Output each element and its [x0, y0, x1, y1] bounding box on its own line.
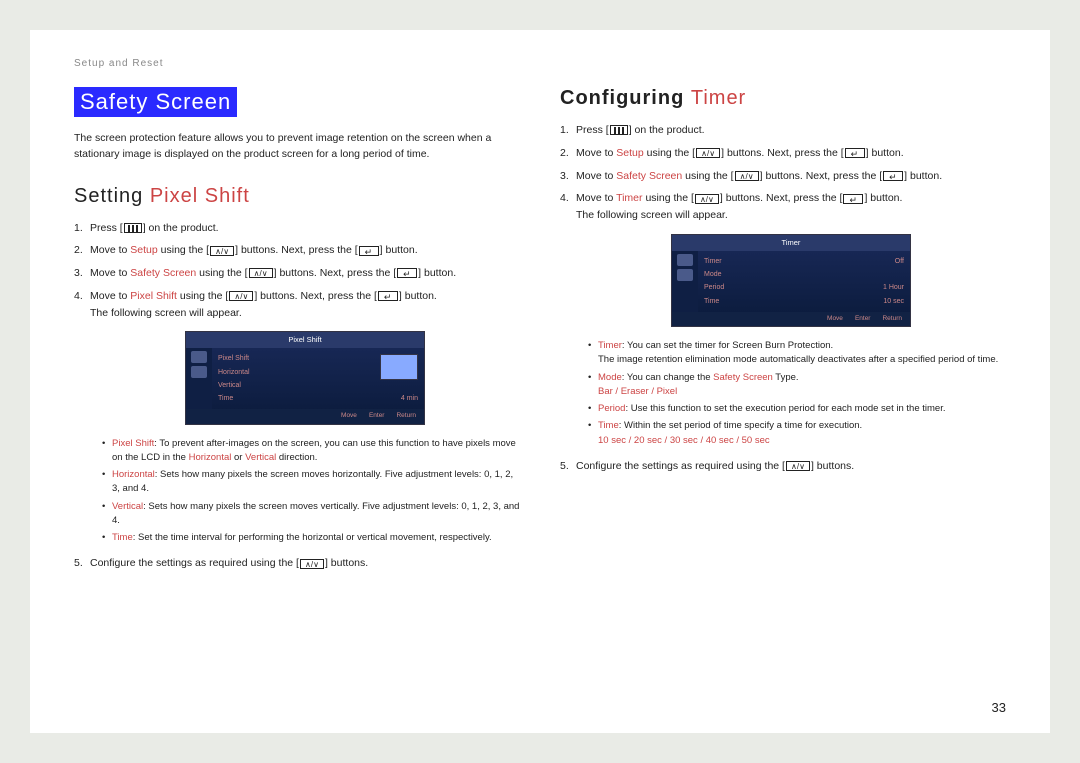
up-down-icon: ∧/∨ [696, 148, 720, 158]
osd-title: Pixel Shift [186, 332, 424, 348]
breadcrumb: Setup and Reset [74, 58, 1006, 69]
osd-sidebar [672, 251, 698, 312]
h2-bold: Configuring [560, 87, 691, 109]
bullet: Vertical: Sets how many pixels the scree… [102, 500, 520, 529]
bullet: Mode: You can change the Safety Screen T… [588, 371, 1006, 400]
osd-side-icon [677, 254, 693, 266]
bullet: Timer: You can set the timer for Screen … [588, 339, 1006, 368]
enter-icon [845, 148, 865, 158]
up-down-icon: ∧/∨ [249, 268, 273, 278]
two-column-layout: Safety Screen The screen protection feat… [74, 87, 1006, 578]
steps-timer: Press [] on the product. Move to Setup u… [560, 122, 1006, 475]
up-down-icon: ∧/∨ [229, 291, 253, 301]
up-down-icon: ∧/∨ [735, 171, 759, 181]
bullets-pixel-shift: Pixel Shift: To prevent after-images on … [102, 437, 520, 546]
bullet: Time: Set the time interval for performi… [102, 531, 520, 545]
menu-icon [124, 223, 142, 233]
osd-side-icon [191, 366, 207, 378]
osd-sidebar [186, 348, 212, 409]
step-2: Move to Setup using the [∧/∨] buttons. N… [560, 145, 1006, 162]
bullet: Pixel Shift: To prevent after-images on … [102, 437, 520, 466]
up-down-icon: ∧/∨ [210, 246, 234, 256]
step-1: Press [] on the product. [74, 220, 520, 237]
enter-icon [397, 268, 417, 278]
manual-page: Setup and Reset Safety Screen The screen… [30, 30, 1050, 733]
step-3: Move to Safety Screen using the [∧/∨] bu… [74, 265, 520, 282]
heading-configuring-timer: Configuring Timer [560, 87, 1006, 110]
page-number: 33 [992, 700, 1006, 715]
osd-side-icon [191, 351, 207, 363]
steps-pixel-shift: Press [] on the product. Move to Setup u… [74, 220, 520, 573]
h2-plain: Setting [74, 185, 150, 207]
step-1: Press [] on the product. [560, 122, 1006, 139]
osd-footer: Move Enter Return [672, 312, 910, 326]
left-column: Safety Screen The screen protection feat… [74, 87, 520, 578]
enter-icon [378, 291, 398, 301]
heading-safety-screen: Safety Screen [74, 87, 237, 117]
enter-icon [883, 171, 903, 181]
osd-side-icon [677, 269, 693, 281]
right-column: Configuring Timer Press [] on the produc… [560, 87, 1006, 578]
up-down-icon: ∧/∨ [695, 194, 719, 204]
bullets-timer: Timer: You can set the timer for Screen … [588, 339, 1006, 448]
step-4: Move to Timer using the [∧/∨] buttons. N… [560, 190, 1006, 447]
enter-icon [843, 194, 863, 204]
osd-footer: Move Enter Return [186, 409, 424, 423]
bullet: Period: Use this function to set the exe… [588, 402, 1006, 416]
intro-text: The screen protection feature allows you… [74, 131, 520, 163]
osd-timer: Timer TimerOff Mode Period1 Hour Time10 … [671, 234, 911, 327]
up-down-icon: ∧/∨ [786, 461, 810, 471]
bullet: Time: Within the set period of time spec… [588, 419, 1006, 448]
step-2: Move to Setup using the [∧/∨] buttons. N… [74, 242, 520, 259]
osd-preview-box [380, 354, 418, 380]
osd-title: Timer [672, 235, 910, 251]
h2-accent: Timer [691, 87, 746, 109]
step-5: Configure the settings as required using… [74, 555, 520, 572]
menu-icon [610, 125, 628, 135]
heading-setting-pixel-shift: Setting Pixel Shift [74, 185, 520, 208]
bullet: Horizontal: Sets how many pixels the scr… [102, 468, 520, 497]
step-5: Configure the settings as required using… [560, 458, 1006, 475]
step-4: Move to Pixel Shift using the [∧/∨] butt… [74, 288, 520, 545]
osd-pixel-shift: Pixel Shift Pixel Shift Horizontal Verti… [185, 331, 425, 424]
enter-icon [359, 246, 379, 256]
step-3: Move to Safety Screen using the [∧/∨] bu… [560, 168, 1006, 185]
up-down-icon: ∧/∨ [300, 559, 324, 569]
h2-accent: Pixel Shift [150, 185, 250, 207]
